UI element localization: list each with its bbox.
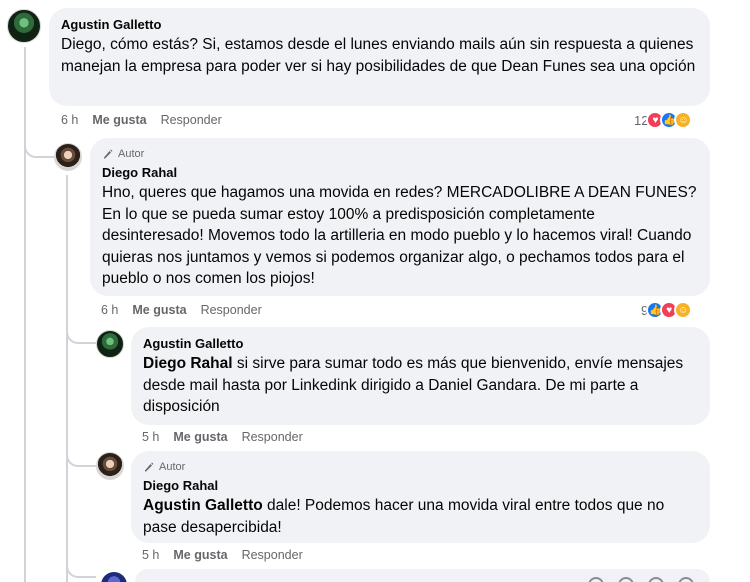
avatar[interactable]: [101, 572, 127, 582]
thread-connector: [66, 449, 96, 467]
reply-button[interactable]: Responder: [242, 430, 303, 444]
pencil-icon: [104, 149, 113, 159]
comment-bubble: Agustin Galletto Diego, cómo estás? Si, …: [49, 8, 710, 106]
comment-thread: Agustin Galletto Diego, cómo estás? Si, …: [0, 0, 750, 582]
gif-icon[interactable]: [648, 577, 664, 582]
comment-actions: 5 h Me gusta Responder: [142, 428, 303, 446]
comment-time[interactable]: 6 h: [101, 303, 118, 317]
comment-author[interactable]: Agustin Galletto: [143, 335, 698, 353]
reply-button[interactable]: Responder: [242, 548, 303, 562]
thread-connector: [24, 140, 54, 158]
comment-text: Hno, queres que hagamos una movida en re…: [102, 184, 697, 287]
care-icon: ☺: [674, 301, 693, 319]
comment-time[interactable]: 5 h: [142, 548, 159, 562]
comment-bubble: Agustin Galletto Diego Rahal si sirve pa…: [131, 327, 710, 425]
comment-text: Diego, cómo estás? Si, estamos desde el …: [61, 36, 696, 75]
comment-bubble: Autor Diego Rahal Hno, queres que hagamo…: [90, 138, 710, 296]
thread-line: [24, 47, 26, 582]
comment-author[interactable]: Diego Rahal: [143, 477, 698, 495]
composer-icons: [588, 577, 694, 582]
reply-button[interactable]: Responder: [161, 113, 222, 127]
mention-link[interactable]: Diego Rahal: [143, 355, 233, 372]
comment-author[interactable]: Diego Rahal: [102, 164, 698, 182]
camera-icon[interactable]: [618, 577, 634, 582]
thread-connector: [66, 326, 96, 344]
comment-time[interactable]: 6 h: [61, 113, 78, 127]
author-badge-label: Autor: [159, 461, 186, 473]
like-button[interactable]: Me gusta: [173, 430, 227, 444]
author-badge: Autor: [102, 146, 698, 162]
avatar[interactable]: [96, 330, 124, 358]
reaction-summary[interactable]: 12 ♥ 👍 ☺: [634, 110, 693, 130]
avatar[interactable]: [54, 143, 82, 171]
comment-actions: 6 h Me gusta Responder: [61, 111, 222, 129]
comment-bubble: Autor Diego Rahal Agustin Galletto dale!…: [131, 451, 710, 543]
comment-text: Diego Rahal si sirve para sumar todo es …: [143, 353, 698, 418]
reaction-summary[interactable]: 9 👍 ♥ ☺: [641, 300, 693, 320]
comment-text: Agustin Galletto dale! Podemos hacer una…: [143, 495, 698, 538]
care-icon: ☺: [674, 111, 693, 129]
sticker-icon[interactable]: [678, 577, 694, 582]
comment-time[interactable]: 5 h: [142, 430, 159, 444]
avatar[interactable]: [96, 452, 124, 480]
like-button[interactable]: Me gusta: [173, 548, 227, 562]
emoji-icon[interactable]: [588, 577, 604, 582]
comment-actions: 6 h Me gusta Responder: [101, 301, 262, 319]
pencil-icon: [145, 462, 154, 472]
avatar[interactable]: [7, 9, 41, 43]
thread-connector: [66, 560, 96, 578]
like-button[interactable]: Me gusta: [132, 303, 186, 317]
reply-button[interactable]: Responder: [201, 303, 262, 317]
author-badge-label: Autor: [118, 148, 145, 160]
author-badge: Autor: [143, 459, 698, 475]
like-button[interactable]: Me gusta: [92, 113, 146, 127]
comment-author[interactable]: Agustin Galletto: [61, 16, 698, 34]
thread-line: [66, 175, 68, 582]
comment-actions: 5 h Me gusta Responder: [142, 546, 303, 564]
mention-link[interactable]: Agustin Galletto: [143, 497, 263, 514]
